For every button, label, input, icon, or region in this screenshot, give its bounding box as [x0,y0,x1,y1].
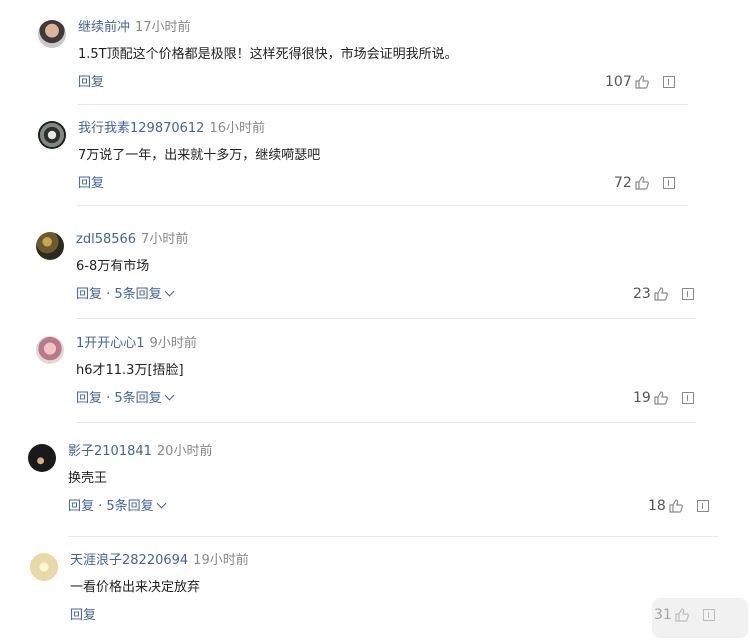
sub-replies-label: · 5条回复 [94,499,154,514]
comment-header: 1开开心心1 9小时前 [76,336,197,352]
thumb-up-icon[interactable] [654,287,668,301]
user-name[interactable]: 影子2101841 [68,444,152,459]
report-icon[interactable] [662,177,675,189]
comment-header: 我行我素129870612 16小时前 [78,121,265,137]
report-icon[interactable] [681,288,694,300]
thumb-up-icon[interactable] [635,176,649,190]
comment-time: 7小时前 [141,232,189,247]
comment-time: 19小时前 [193,553,249,568]
comment-header: zdl58566 7小时前 [76,232,188,248]
comment-text: 一看价格出来决定放弃 [70,580,201,595]
comment-item: 1开开心心1 9小时前 h6才11.3万[捂脸] 回复 · 5条回复 19 [36,336,696,411]
like-count: 107 [605,74,632,90]
avatar[interactable] [28,444,56,472]
avatar[interactable] [36,232,64,260]
avatar[interactable] [38,121,66,149]
comment-stats: 72 [614,175,675,191]
like-count: 72 [614,175,632,191]
report-icon[interactable] [681,392,694,404]
divider [68,536,718,537]
reply-button[interactable]: 回复 [68,499,94,514]
divider [76,318,696,319]
comment-item: 天涯浪子2822069419小时前 一看价格出来决定放弃 回复 31 [30,553,720,628]
comment-header: 天涯浪子28220694 19小时前 [70,553,249,569]
sub-replies-label: · 5条回复 [102,391,162,406]
reply-button[interactable]: 回复 [78,75,104,90]
user-name[interactable]: zdl58566 [76,232,136,247]
comment-stats: 23 [633,286,694,302]
comment-item: zdl58566 7小时前 6-8万有市场 回复 · 5条回复 23 [36,232,696,307]
avatar[interactable] [36,336,64,364]
chevron-down-icon [164,390,175,401]
reply-button[interactable]: 回复 [76,391,102,406]
comment-actions: 回复 [78,176,104,192]
comment-header: 继续前冲 17小时前 [78,20,191,36]
comment-page: 继续前冲 17小时前 1.5T顶配这个价格都是极限！这样死得很快，市场会证明我所说… [0,0,750,640]
comment-item: 继续前冲 17小时前 1.5T顶配这个价格都是极限！这样死得很快，市场会证明我所说… [38,20,688,95]
comment-stats: 19 [633,390,694,406]
comment-time: 20小时前 [156,444,213,459]
report-icon[interactable] [696,500,709,512]
comment-text: 换壳王 [68,471,108,486]
comment-actions: 回复 · 5条回复 [76,286,175,303]
like-count: 18 [648,498,666,514]
comment-actions: 回复 [78,75,104,91]
sub-replies-toggle[interactable]: · 5条回复 [102,390,175,406]
like-count: 19 [633,390,651,406]
comment-time: 16小时前 [209,121,265,136]
user-name[interactable]: 我行我素129870612 [78,121,204,136]
report-icon[interactable] [662,76,675,88]
avatar[interactable] [38,20,66,48]
reply-button[interactable]: 回复 [76,287,102,302]
thumb-up-icon[interactable] [669,499,683,513]
thumb-up-icon[interactable] [654,391,668,405]
comment-actions: 回复 · 5条回复 [76,390,175,407]
comment-item: 我行我素129870612 16小时前 7万说了一年，出来就十多万，继续嗬瑟吧 回… [38,121,688,196]
sub-replies-toggle[interactable]: · 5条回复 [102,286,175,302]
comment-item: 影子2101841 20小时前 换壳王 回复 · 5条回复 18 [28,444,718,519]
comment-text: 7万说了一年，出来就十多万，继续嗬瑟吧 [78,148,321,163]
thumb-up-icon[interactable] [635,75,649,89]
reply-button[interactable]: 回复 [78,176,104,191]
comment-actions: 回复 [70,608,96,624]
comment-time: 9小时前 [149,336,197,351]
user-name[interactable]: 继续前冲 [78,20,130,35]
comment-text: h6才11.3万[捂脸] [76,363,184,378]
comment-header: 影子2101841 20小时前 [68,444,212,460]
comment-stats: 107 [605,74,675,90]
comment-text: 1.5T顶配这个价格都是极限！这样死得很快，市场会证明我所说。 [78,47,458,62]
reply-button[interactable]: 回复 [70,608,96,623]
avatar[interactable] [30,553,58,581]
divider [76,422,696,423]
watermark [652,598,748,638]
comment-time: 17小时前 [135,20,191,35]
comment-stats: 18 [648,498,709,514]
chevron-down-icon [164,286,175,297]
chevron-down-icon [156,498,167,509]
comment-actions: 回复 · 5条回复 [68,498,167,515]
divider [78,104,688,105]
user-name[interactable]: 天涯浪子28220694 [70,553,188,568]
sub-replies-label: · 5条回复 [102,287,162,302]
divider [78,205,688,206]
comment-text: 6-8万有市场 [76,259,150,274]
user-name[interactable]: 1开开心心1 [76,336,145,351]
like-count: 23 [633,286,651,302]
sub-replies-toggle[interactable]: · 5条回复 [94,498,167,514]
